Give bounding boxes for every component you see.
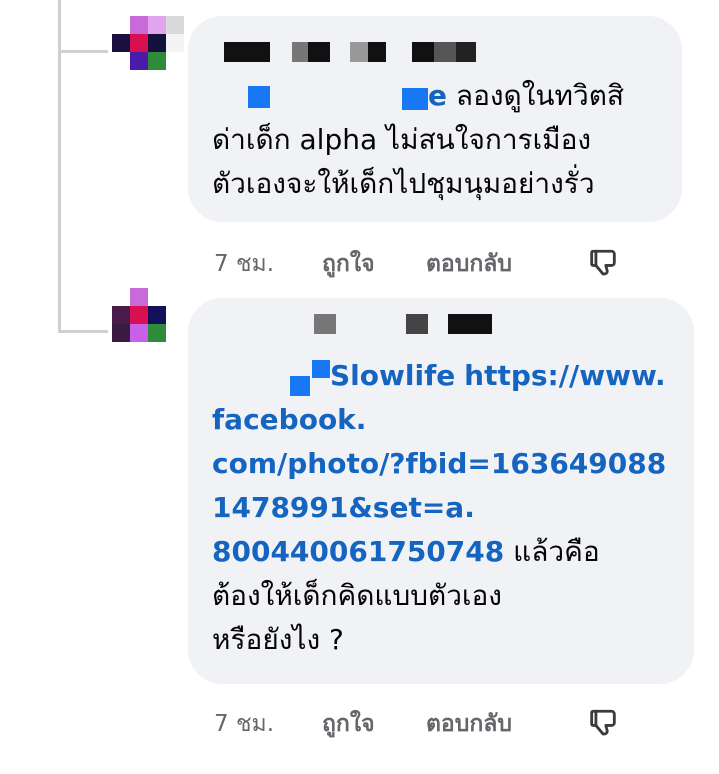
comment-bubble: e ลองดูในทวิตสิ ด่าเด็ก alpha ไม่สนใจการ…: [188, 16, 682, 222]
thread-connector-branch: [58, 50, 108, 53]
dislike-button[interactable]: [586, 247, 620, 281]
comment-actions: 7 ชม. ถูกใจ ตอบกลับ: [214, 706, 620, 742]
avatar[interactable]: [112, 16, 184, 88]
comment-actions: 7 ชม. ถูกใจ ตอบกลับ: [214, 246, 620, 282]
comment-thread: e ลองดูในทวิตสิ ด่าเด็ก alpha ไม่สนใจการ…: [0, 0, 719, 774]
mention-link-suffix[interactable]: e: [428, 79, 447, 112]
reply-button[interactable]: ตอบกลับ: [426, 706, 586, 742]
like-button[interactable]: ถูกใจ: [322, 246, 426, 282]
mention-link-name[interactable]: Slowlife: [330, 359, 455, 392]
timestamp[interactable]: 7 ชม.: [214, 246, 322, 282]
photo-link[interactable]: https://www.: [464, 359, 666, 392]
photo-link[interactable]: 1478991&set=a.: [212, 491, 475, 524]
thumbs-down-icon: [590, 249, 616, 276]
timestamp[interactable]: 7 ชม.: [214, 706, 322, 742]
commenter-name[interactable]: [314, 314, 492, 334]
comment-text: Slowlife https://www. facebook. com/phot…: [212, 359, 667, 656]
commenter-name[interactable]: [224, 42, 476, 62]
photo-link[interactable]: facebook.: [212, 403, 366, 436]
thread-connector-branch: [58, 330, 108, 333]
reply-button[interactable]: ตอบกลับ: [426, 246, 586, 282]
like-button[interactable]: ถูกใจ: [322, 706, 426, 742]
photo-link[interactable]: 800440061750748: [212, 535, 504, 568]
thumbs-down-icon: [590, 709, 616, 736]
comment-text: e ลองดูในทวิตสิ ด่าเด็ก alpha ไม่สนใจการ…: [212, 79, 625, 200]
comment-bubble: Slowlife https://www. facebook. com/phot…: [188, 298, 694, 684]
dislike-button[interactable]: [586, 707, 620, 741]
photo-link[interactable]: com/photo/?fbid=163649088: [212, 447, 666, 480]
avatar[interactable]: [112, 288, 184, 360]
